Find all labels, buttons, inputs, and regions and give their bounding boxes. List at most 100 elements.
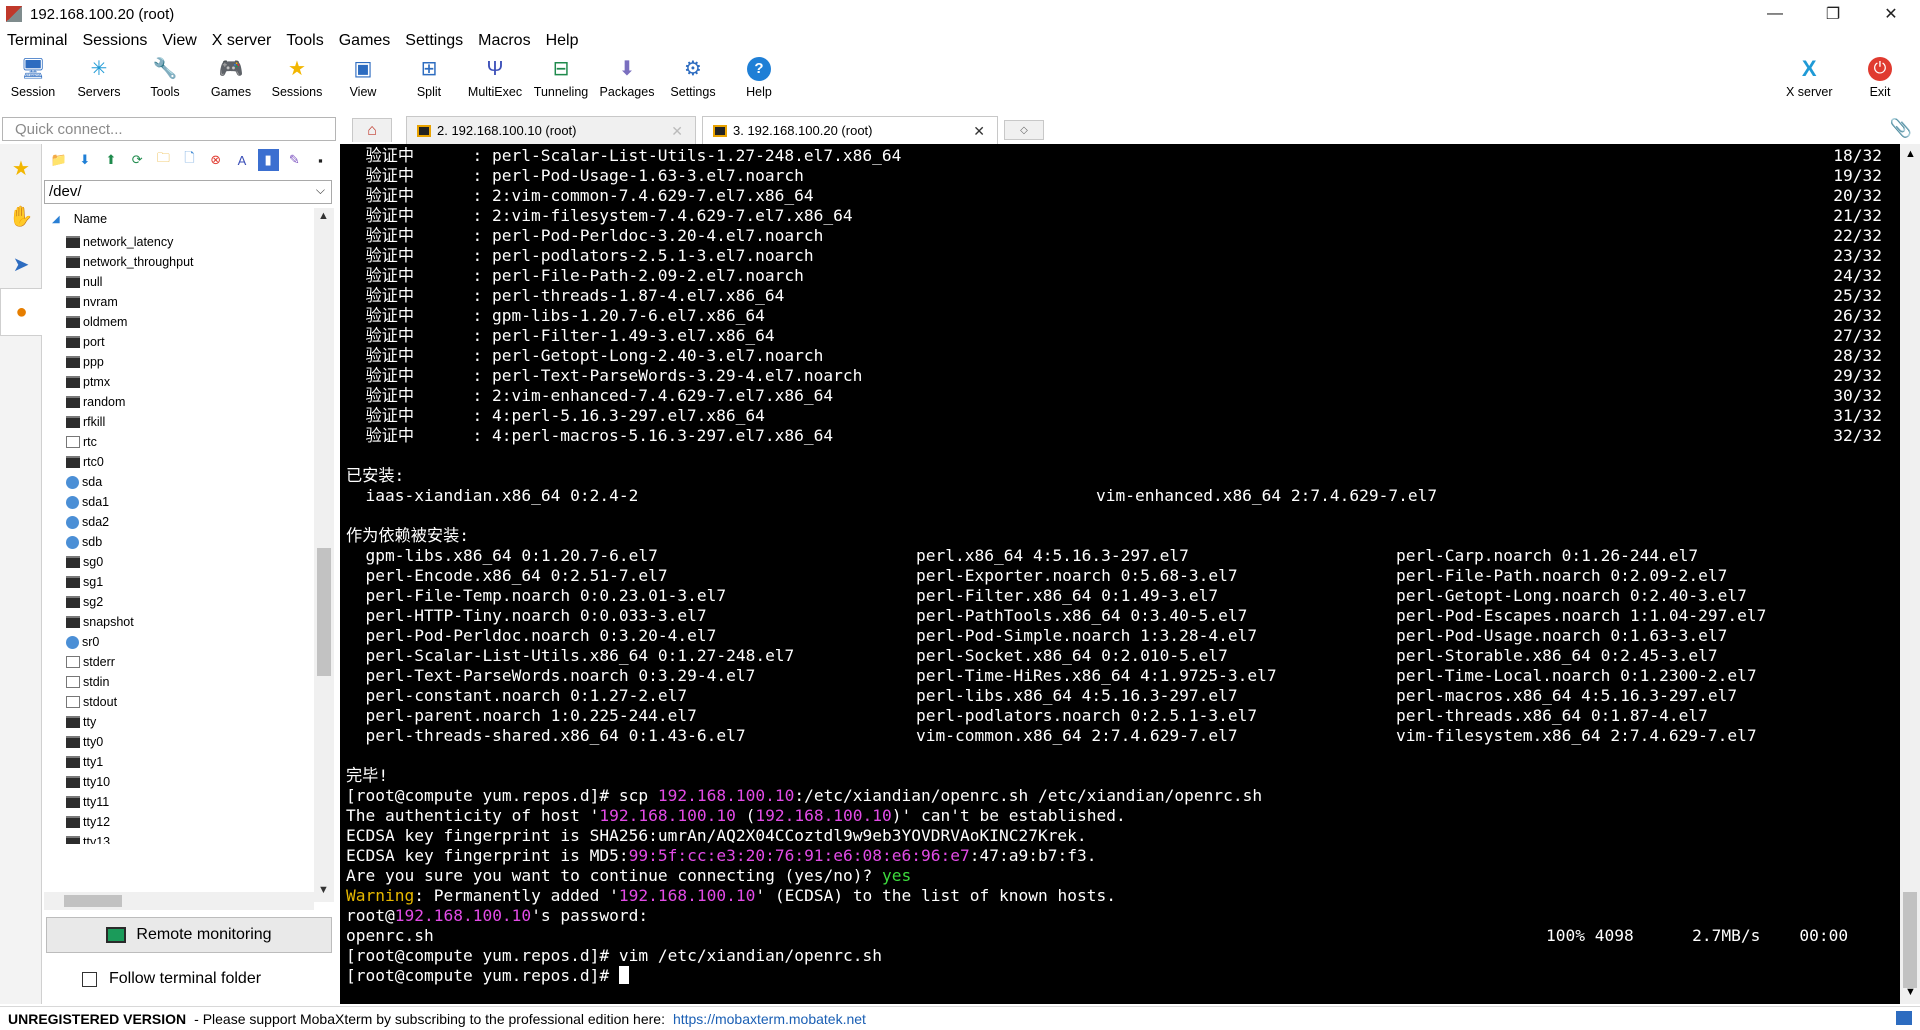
follow-folder-checkbox[interactable] xyxy=(82,971,97,987)
home-tab[interactable]: ⌂ xyxy=(352,118,392,142)
sidebar-macros-tab[interactable]: ➤ xyxy=(0,240,42,288)
file-item[interactable]: ppp xyxy=(66,352,316,372)
hscrollbar-thumb[interactable] xyxy=(64,895,122,907)
file-item[interactable]: snapshot xyxy=(66,612,316,632)
games-button[interactable]: 🎮 Games xyxy=(198,54,264,108)
file-item[interactable]: sdb xyxy=(66,532,316,552)
view-button[interactable]: ▣ View xyxy=(330,54,396,108)
new-tab-button[interactable]: ◇ xyxy=(1004,120,1044,140)
menu-tools[interactable]: Tools xyxy=(279,32,331,50)
menu-settings[interactable]: Settings xyxy=(398,32,471,50)
file-item[interactable]: sg1 xyxy=(66,572,316,592)
name-column-header[interactable]: ◢ Name xyxy=(52,212,107,226)
maximize-button[interactable]: ❐ xyxy=(1804,0,1862,28)
menu-macros[interactable]: Macros xyxy=(471,32,538,50)
menu-terminal[interactable]: Terminal xyxy=(0,32,75,50)
chevron-down-icon[interactable]: ⌵ xyxy=(316,183,325,198)
new-folder-icon[interactable]: 🗀 xyxy=(153,149,174,171)
file-item[interactable]: stdout xyxy=(66,692,316,712)
file-item[interactable]: rfkill xyxy=(66,412,316,432)
session-button[interactable]: 🖥 Session xyxy=(0,54,66,108)
tab-close-icon[interactable]: ✕ xyxy=(671,123,683,140)
scroll-down-icon[interactable]: ▼ xyxy=(1905,986,1916,998)
file-tree-hscrollbar[interactable] xyxy=(44,892,314,910)
file-item[interactable]: port xyxy=(66,332,316,352)
upload-icon[interactable]: ⬆ xyxy=(100,149,121,171)
attachment-icon[interactable]: 📎 xyxy=(1890,118,1912,139)
tunneling-button[interactable]: ⊟ Tunneling xyxy=(528,54,594,108)
file-item[interactable]: nvram xyxy=(66,292,316,312)
packages-button[interactable]: ⬇ Packages xyxy=(594,54,660,108)
file-tree-scrollbar[interactable]: ▲ ▼ xyxy=(314,208,334,902)
xserver-button[interactable]: X X server xyxy=(1786,54,1833,100)
file-item[interactable]: tty10 xyxy=(66,772,316,792)
menu-games[interactable]: Games xyxy=(332,32,399,50)
file-item[interactable]: network_latency xyxy=(66,232,316,252)
file-item[interactable]: tty1 xyxy=(66,752,316,772)
file-item[interactable]: sg0 xyxy=(66,552,316,572)
sidebar-tools-tab[interactable]: ✋ xyxy=(0,192,42,240)
file-item[interactable]: tty13 xyxy=(66,832,316,844)
close-button[interactable]: ✕ xyxy=(1862,0,1920,28)
split-button[interactable]: ⊞ Split xyxy=(396,54,462,108)
tray-icon[interactable] xyxy=(1896,1011,1912,1025)
file-item[interactable]: stderr xyxy=(66,652,316,672)
follow-terminal-folder[interactable]: Follow terminal folder xyxy=(82,970,261,988)
file-item[interactable]: tty12 xyxy=(66,812,316,832)
games-icon: 🎮 xyxy=(218,58,244,80)
path-input[interactable]: /dev/ ⌵ xyxy=(44,180,332,204)
file-item[interactable]: rtc0 xyxy=(66,452,316,472)
tab-close-icon[interactable]: ✕ xyxy=(973,123,985,140)
rename-icon[interactable]: A xyxy=(231,149,252,171)
file-item[interactable]: network_throughput xyxy=(66,252,316,272)
file-item[interactable]: sr0 xyxy=(66,632,316,652)
remote-monitoring-button[interactable]: Remote monitoring xyxy=(46,917,332,953)
file-item[interactable]: random xyxy=(66,392,316,412)
terminal-icon[interactable]: ▪ xyxy=(310,149,331,171)
sidebar-sessions-tab[interactable]: ★ xyxy=(0,144,42,192)
menu-xserver[interactable]: X server xyxy=(205,32,280,50)
scrollbar-thumb[interactable] xyxy=(1903,892,1917,988)
help-button[interactable]: ? Help xyxy=(726,54,792,108)
menu-sessions[interactable]: Sessions xyxy=(75,32,155,50)
servers-button[interactable]: ✳ Servers xyxy=(66,54,132,108)
scroll-down-icon[interactable]: ▼ xyxy=(318,884,329,896)
file-item[interactable]: sda1 xyxy=(66,492,316,512)
file-item[interactable]: sg2 xyxy=(66,592,316,612)
scroll-up-icon[interactable]: ▲ xyxy=(1905,148,1916,160)
menu-view[interactable]: View xyxy=(155,32,204,50)
scroll-up-icon[interactable]: ▲ xyxy=(318,210,329,222)
file-item[interactable]: tty11 xyxy=(66,792,316,812)
download-icon[interactable]: ⬇ xyxy=(74,149,95,171)
subscribe-link[interactable]: https://mobaxterm.mobatek.net xyxy=(673,1011,866,1027)
refresh-icon[interactable]: ⟳ xyxy=(127,149,148,171)
tab-session-3[interactable]: 3. 192.168.100.20 (root) ✕ xyxy=(702,116,998,144)
terminal-view[interactable]: 验证中 : perl-Scalar-List-Utils-1.27-248.el… xyxy=(340,144,1900,1004)
file-item[interactable]: tty xyxy=(66,712,316,732)
scrollbar-thumb[interactable] xyxy=(317,548,331,676)
permissions-icon[interactable]: ▮ xyxy=(257,149,279,171)
file-item[interactable]: sda2 xyxy=(66,512,316,532)
file-item[interactable]: ptmx xyxy=(66,372,316,392)
exit-button[interactable]: ⏻ Exit xyxy=(1868,54,1892,99)
minimize-button[interactable]: — xyxy=(1746,0,1804,28)
sessions-button[interactable]: ★ Sessions xyxy=(264,54,330,108)
settings-button[interactable]: ⚙ Settings xyxy=(660,54,726,108)
multiexec-button[interactable]: Ψ MultiExec xyxy=(462,54,528,108)
quick-connect-input[interactable]: Quick connect... xyxy=(2,117,336,141)
sidebar-sftp-tab[interactable]: ● xyxy=(0,288,42,336)
menu-help[interactable]: Help xyxy=(539,32,587,50)
file-item[interactable]: tty0 xyxy=(66,732,316,752)
file-item[interactable]: null xyxy=(66,272,316,292)
file-item[interactable]: rtc xyxy=(66,432,316,452)
file-item[interactable]: oldmem xyxy=(66,312,316,332)
file-item[interactable]: stdin xyxy=(66,672,316,692)
new-file-icon[interactable]: 🗋 xyxy=(179,149,200,171)
delete-icon[interactable]: ⊗ xyxy=(205,149,226,171)
file-item[interactable]: sda xyxy=(66,472,316,492)
terminal-scrollbar[interactable]: ▲ ▼ xyxy=(1900,144,1920,1004)
tools-button[interactable]: 🔧 Tools xyxy=(132,54,198,108)
tab-session-2[interactable]: 2. 192.168.100.10 (root) ✕ xyxy=(406,116,696,144)
parent-folder-icon[interactable]: 📁 xyxy=(48,149,69,171)
hidden-files-icon[interactable]: ✎ xyxy=(284,149,305,171)
